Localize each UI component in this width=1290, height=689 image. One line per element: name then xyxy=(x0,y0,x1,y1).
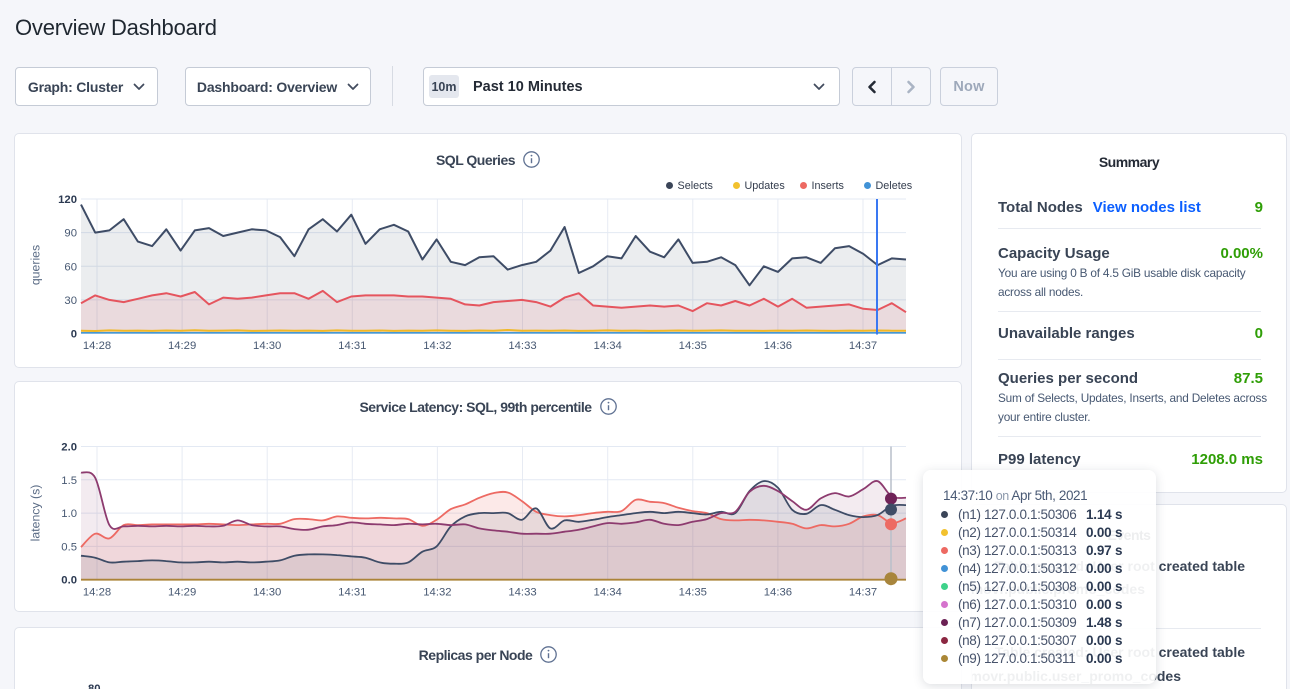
svg-text:14:28: 14:28 xyxy=(83,587,111,599)
svg-text:14:33: 14:33 xyxy=(508,587,536,599)
svg-text:14:29: 14:29 xyxy=(168,587,196,599)
svg-text:14:35: 14:35 xyxy=(679,587,707,599)
svg-text:14:35: 14:35 xyxy=(679,340,707,352)
svg-text:14:31: 14:31 xyxy=(338,587,366,599)
svg-text:1.0: 1.0 xyxy=(61,508,77,520)
svg-text:queries: queries xyxy=(29,245,43,285)
svg-text:14:37: 14:37 xyxy=(849,340,877,352)
svg-text:14:34: 14:34 xyxy=(594,587,622,599)
svg-text:2.0: 2.0 xyxy=(61,442,77,454)
svg-text:14:37: 14:37 xyxy=(849,587,877,599)
svg-text:14:28: 14:28 xyxy=(83,340,111,352)
svg-text:0: 0 xyxy=(71,329,77,341)
svg-text:14:34: 14:34 xyxy=(594,340,622,352)
svg-text:14:30: 14:30 xyxy=(253,587,281,599)
svg-text:90: 90 xyxy=(64,228,77,240)
svg-text:0.5: 0.5 xyxy=(61,541,77,553)
svg-text:14:32: 14:32 xyxy=(423,340,451,352)
svg-text:14:30: 14:30 xyxy=(253,340,281,352)
svg-text:latency (s): latency (s) xyxy=(29,485,43,542)
svg-text:14:36: 14:36 xyxy=(764,340,792,352)
svg-text:14:33: 14:33 xyxy=(508,340,536,352)
svg-text:120: 120 xyxy=(58,194,77,206)
svg-text:14:29: 14:29 xyxy=(168,340,196,352)
svg-text:14:36: 14:36 xyxy=(764,587,792,599)
svg-text:14:31: 14:31 xyxy=(338,340,366,352)
svg-text:14:32: 14:32 xyxy=(423,587,451,599)
svg-text:60: 60 xyxy=(64,261,77,273)
svg-text:30: 30 xyxy=(64,295,77,307)
svg-text:1.5: 1.5 xyxy=(61,475,77,487)
svg-text:0.0: 0.0 xyxy=(61,575,77,587)
